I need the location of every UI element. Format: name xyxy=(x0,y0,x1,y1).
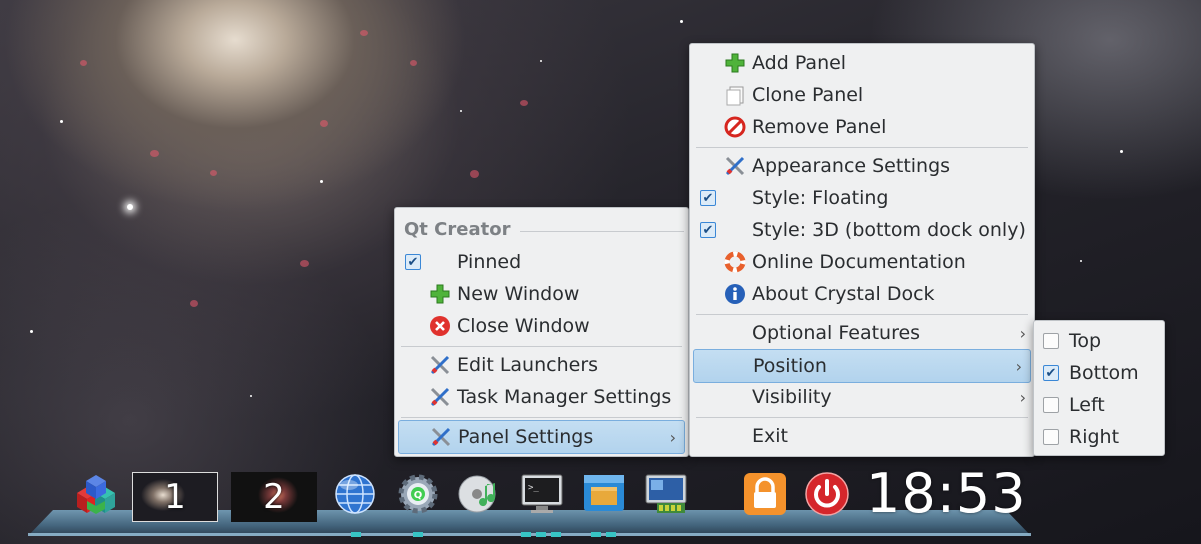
tools-icon xyxy=(429,354,451,376)
checkmark-icon: ✔ xyxy=(700,222,716,238)
menu-item-add-panel[interactable]: Add Panel xyxy=(690,47,1034,79)
menu-item-close-window[interactable]: Close Window xyxy=(395,310,688,342)
running-indicator xyxy=(521,532,531,537)
remove-icon xyxy=(724,116,746,138)
checkmark-icon: ✔ xyxy=(405,254,421,270)
running-indicator xyxy=(351,532,361,537)
menu-item-task-manager-settings[interactable]: Task Manager Settings xyxy=(395,381,688,413)
menu-item-about[interactable]: About Crystal Dock xyxy=(690,278,1034,310)
menu-separator xyxy=(696,417,1028,418)
position-menu: Top ✔ Bottom Left Right xyxy=(1033,320,1165,456)
svg-text:>_: >_ xyxy=(528,483,539,493)
clock: 18:53 xyxy=(866,462,1027,525)
section-divider xyxy=(520,231,684,232)
add-icon xyxy=(724,52,746,74)
checkbox-empty-icon xyxy=(1043,397,1059,413)
right-checkbox[interactable] xyxy=(1040,426,1062,448)
running-indicator xyxy=(413,532,423,537)
tools-icon xyxy=(724,155,746,177)
running-indicator xyxy=(591,532,601,537)
menu-separator xyxy=(696,314,1028,315)
close-icon xyxy=(429,315,451,337)
running-indicator xyxy=(536,532,546,537)
lifebuoy-icon xyxy=(724,251,746,273)
style-3d-checkbox[interactable]: ✔ xyxy=(697,219,719,241)
position-option-left[interactable]: Left xyxy=(1034,389,1164,421)
menu-item-appearance-settings[interactable]: Appearance Settings xyxy=(690,150,1034,182)
menu-item-optional-features[interactable]: Optional Features › xyxy=(690,317,1034,349)
checkmark-icon: ✔ xyxy=(1043,365,1059,381)
position-option-right[interactable]: Right xyxy=(1034,421,1164,453)
menu-item-edit-launchers[interactable]: Edit Launchers xyxy=(395,349,688,381)
menu-item-pinned[interactable]: ✔ Pinned xyxy=(395,246,688,278)
checkmark-icon: ✔ xyxy=(700,190,716,206)
qt-creator-icon[interactable]: Q xyxy=(394,470,442,518)
browser-globe-icon[interactable] xyxy=(331,470,379,518)
menu-item-new-window[interactable]: New Window xyxy=(395,278,688,310)
power-icon[interactable] xyxy=(803,470,851,518)
chevron-right-icon: › xyxy=(1019,387,1026,407)
chevron-right-icon: › xyxy=(669,427,676,447)
terminal-icon[interactable]: >_ xyxy=(518,470,566,518)
menu-separator xyxy=(401,417,682,418)
position-option-bottom[interactable]: ✔ Bottom xyxy=(1034,357,1164,389)
copy-icon xyxy=(724,84,746,106)
checkbox-empty-icon xyxy=(1043,333,1059,349)
left-checkbox[interactable] xyxy=(1040,394,1062,416)
menu-item-online-documentation[interactable]: Online Documentation xyxy=(690,246,1034,278)
system-monitor-icon[interactable] xyxy=(642,470,690,518)
running-indicator xyxy=(606,532,616,537)
chevron-right-icon: › xyxy=(1019,323,1026,343)
application-menu-icon[interactable] xyxy=(72,470,120,518)
svg-text:Q: Q xyxy=(414,490,423,501)
chevron-right-icon: › xyxy=(1015,356,1022,376)
menu-item-exit[interactable]: Exit xyxy=(690,420,1034,452)
file-manager-icon[interactable] xyxy=(580,470,628,518)
style-floating-checkbox[interactable]: ✔ xyxy=(697,187,719,209)
menu-item-style-floating[interactable]: ✔ Style: Floating xyxy=(690,182,1034,214)
menu-item-clone-panel[interactable]: Clone Panel xyxy=(690,79,1034,111)
tools-icon xyxy=(429,386,451,408)
pinned-checkbox[interactable]: ✔ xyxy=(402,251,424,273)
menu-item-visibility[interactable]: Visibility › xyxy=(690,381,1034,413)
workspace-2-pager[interactable]: 2 xyxy=(231,472,317,522)
music-player-icon[interactable] xyxy=(455,470,503,518)
panel-settings-menu: Add Panel Clone Panel Remove Panel Appea… xyxy=(689,43,1035,457)
bottom-checkbox[interactable]: ✔ xyxy=(1040,362,1062,384)
menu-section-title: Qt Creator xyxy=(404,219,511,240)
menu-item-style-3d[interactable]: ✔ Style: 3D (bottom dock only) xyxy=(690,214,1034,246)
add-icon xyxy=(429,283,451,305)
menu-separator xyxy=(401,346,682,347)
menu-item-panel-settings[interactable]: Panel Settings › xyxy=(398,420,685,454)
running-indicator xyxy=(551,532,561,537)
menu-separator xyxy=(696,147,1028,148)
menu-item-position[interactable]: Position › xyxy=(693,349,1031,383)
lock-screen-icon[interactable] xyxy=(741,470,789,518)
position-option-top[interactable]: Top xyxy=(1034,325,1164,357)
tools-icon xyxy=(430,426,452,448)
workspace-1-pager[interactable]: 1 xyxy=(132,472,218,522)
menu-item-remove-panel[interactable]: Remove Panel xyxy=(690,111,1034,143)
info-icon xyxy=(724,283,746,305)
task-context-menu: Qt Creator ✔ Pinned New Window Close Win… xyxy=(394,207,689,457)
top-checkbox[interactable] xyxy=(1040,330,1062,352)
checkbox-empty-icon xyxy=(1043,429,1059,445)
